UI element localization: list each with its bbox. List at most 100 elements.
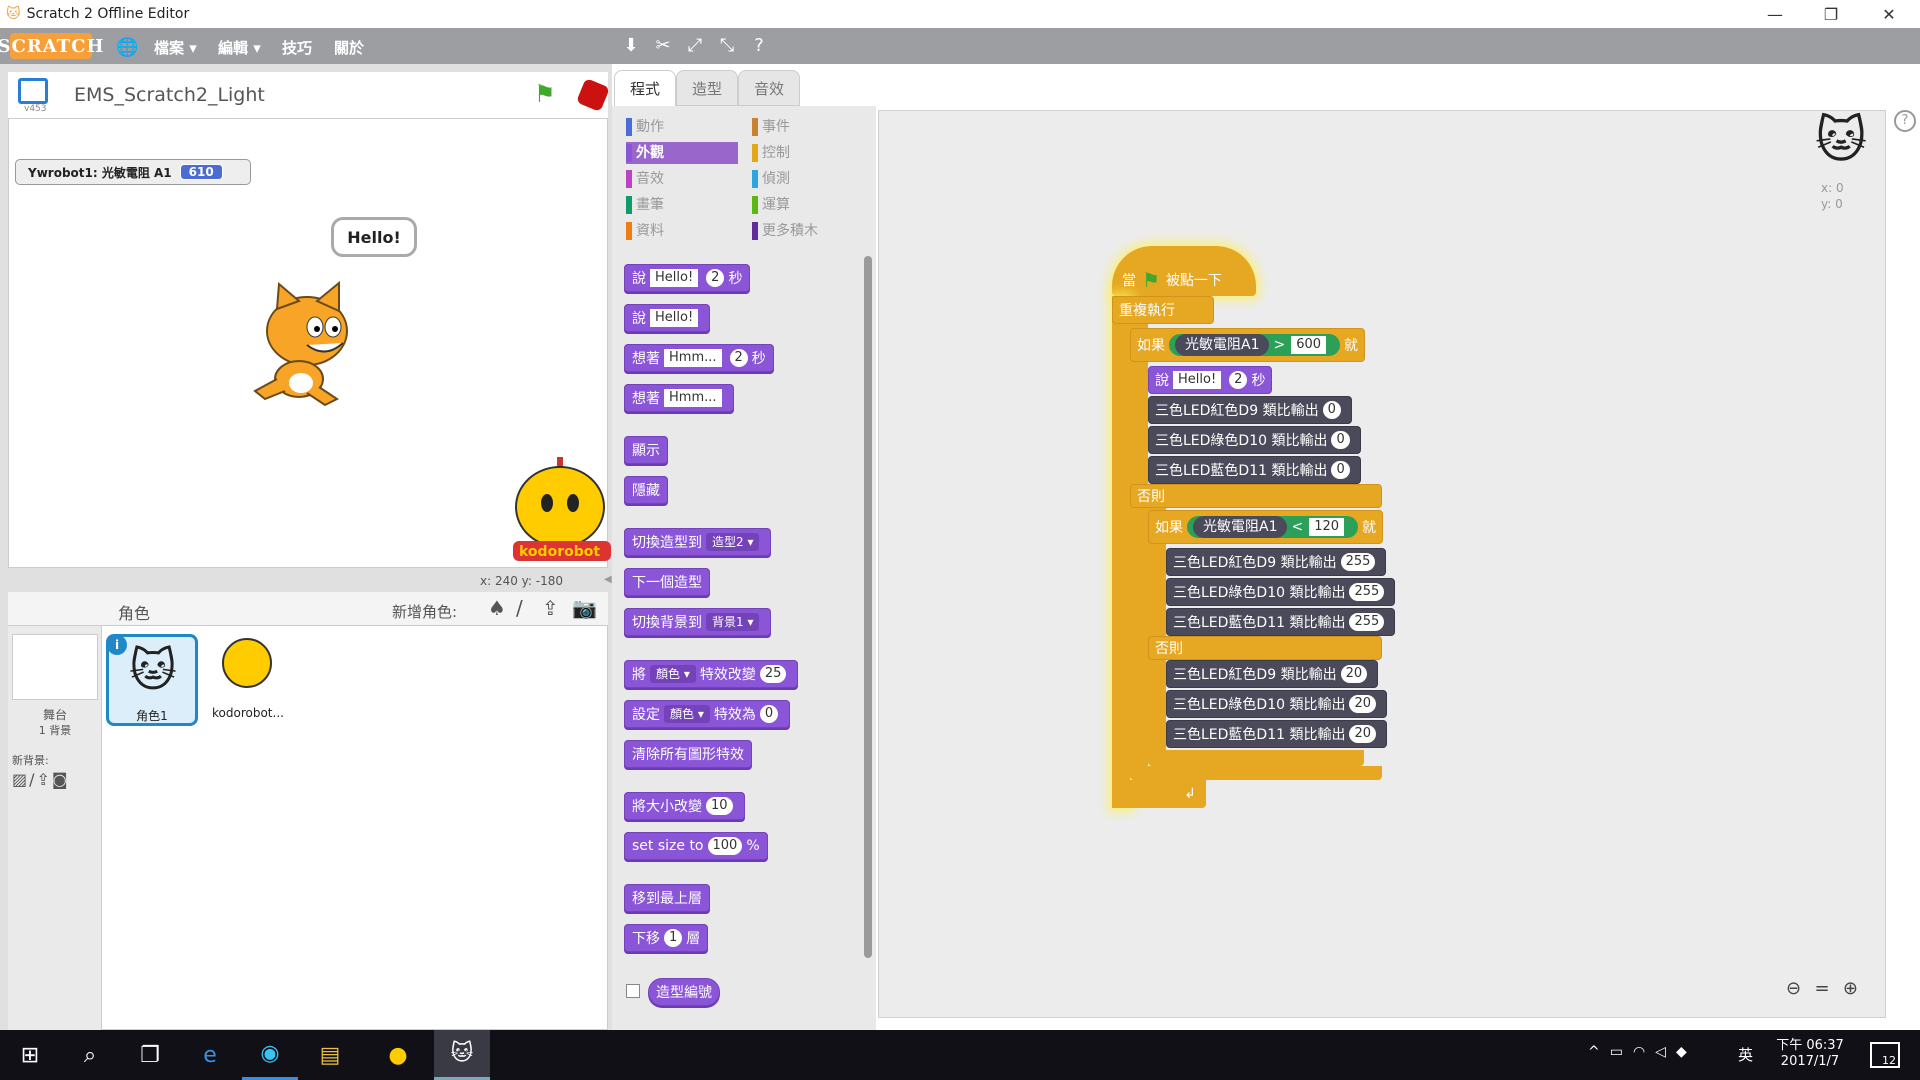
zoom-reset-icon[interactable]: = — [1814, 978, 1829, 1002]
block-change-effect[interactable]: 將顏色 ▾ 特效改變 25 — [624, 660, 799, 688]
block-switch-backdrop[interactable]: 切換背景到 背景1 ▾ — [624, 608, 772, 636]
info-icon[interactable]: i — [107, 635, 127, 655]
led-red-block[interactable]: 三色LED紅色D9 類比輸出 0 — [1148, 396, 1352, 424]
variable-monitor[interactable]: Ywrobot1: 光敏電阻 A1 610 — [15, 159, 251, 185]
palette-scrollbar[interactable] — [864, 256, 872, 958]
block-next-costume[interactable]: 下一個造型 — [624, 568, 710, 596]
block-set-effect[interactable]: 設定 顏色 ▾ 特效為 0 — [624, 700, 791, 728]
close-button[interactable]: ✕ — [1866, 0, 1912, 28]
led-green-block[interactable]: 三色LED綠色D10 類比輸出 255 — [1166, 578, 1396, 606]
block-say[interactable]: 說 Hello! — [624, 304, 711, 332]
block-think[interactable]: 想著 Hmm... — [624, 384, 734, 412]
led-green-block[interactable]: 三色LED綠色D10 類比輸出 0 — [1148, 426, 1361, 454]
stage-thumbnail[interactable] — [12, 634, 98, 700]
upload-icon[interactable]: ⇪ — [542, 596, 559, 620]
category-sound[interactable]: 音效 — [626, 168, 738, 190]
block-say-for-secs[interactable]: 說 Hello! 2 秒 — [624, 264, 751, 292]
menu-about[interactable]: 關於 — [334, 37, 364, 58]
category-motion[interactable]: 動作 — [626, 116, 738, 138]
sensor-reporter[interactable]: 光敏電阻A1 — [1193, 516, 1288, 538]
ime-indicator[interactable]: 英 — [1738, 1044, 1753, 1065]
green-flag-icon[interactable]: ⚑ — [534, 80, 556, 108]
category-sensing[interactable]: 偵測 — [752, 168, 864, 190]
app-icon[interactable]: ◉ — [242, 1030, 298, 1080]
less-than-operator[interactable]: 光敏電阻A1 < 120 — [1187, 516, 1359, 538]
category-pen[interactable]: 畫筆 — [626, 194, 738, 216]
grow-icon[interactable]: ⤢ — [684, 35, 706, 57]
block-go-front[interactable]: 移到最上層 — [624, 884, 710, 912]
block-think-for-secs[interactable]: 想著 Hmm... 2 秒 — [624, 344, 774, 372]
category-events[interactable]: 事件 — [752, 116, 864, 138]
sprite-thumb-kodorobot[interactable]: kodorobot... — [202, 634, 294, 726]
say-for-secs-block[interactable]: 說 Hello! 2 秒 — [1148, 366, 1273, 394]
category-control[interactable]: 控制 — [752, 142, 864, 164]
tab-scripts[interactable]: 程式 — [614, 70, 676, 106]
sprite-library-icon[interactable]: ♠ — [488, 596, 506, 620]
sensor-reporter[interactable]: 光敏電阻A1 — [1175, 334, 1270, 356]
block-hide[interactable]: 隱藏 — [624, 476, 668, 504]
block-switch-costume[interactable]: 切換造型到 造型2 ▾ — [624, 528, 772, 556]
forever-block[interactable]: 重複執行 — [1112, 296, 1214, 324]
category-more-blocks[interactable]: 更多積木 — [752, 220, 864, 242]
camera-icon[interactable]: 📷 — [572, 596, 597, 620]
block-costume-number[interactable]: 造型編號 — [648, 978, 720, 1006]
block-clear-effects[interactable]: 清除所有圖形特效 — [624, 740, 752, 768]
backdrop-tools-icons[interactable]: ▨/⇪◙ — [12, 770, 69, 789]
costume-number-checkbox[interactable] — [626, 984, 640, 998]
category-operators[interactable]: 運算 — [752, 194, 864, 216]
zoom-in-icon[interactable]: ⊕ — [1843, 978, 1858, 1002]
system-tray-icons[interactable]: ^▭◠◁◆ — [1588, 1044, 1697, 1060]
zoom-out-icon[interactable]: ⊖ — [1786, 978, 1801, 1002]
search-icon[interactable]: ⌕ — [62, 1030, 118, 1080]
kodorobot-sprite[interactable]: kodorobot — [507, 455, 617, 565]
task-view-icon[interactable]: ❐ — [122, 1030, 178, 1080]
help-icon[interactable]: ? — [1894, 110, 1916, 132]
led-blue-block[interactable]: 三色LED藍色D11 類比輸出 255 — [1166, 608, 1396, 636]
led-green-block[interactable]: 三色LED綠色D10 類比輸出 20 — [1166, 690, 1388, 718]
block-show[interactable]: 顯示 — [624, 436, 668, 464]
clock-time[interactable]: 下午 06:37 — [1770, 1034, 1850, 1053]
led-blue-block[interactable]: 三色LED藍色D11 類比輸出 20 — [1166, 720, 1388, 748]
globe-icon[interactable]: 🌐 — [116, 37, 138, 58]
help-icon[interactable]: ? — [748, 35, 770, 57]
if-block-outer[interactable]: 如果 光敏電阻A1 > 600 就 — [1130, 328, 1366, 362]
block-go-back[interactable]: 下移 1 層 — [624, 924, 709, 952]
shrink-icon[interactable]: ⤡ — [716, 35, 738, 57]
block-change-size[interactable]: 將大小改變 10 — [624, 792, 745, 820]
duplicate-icon[interactable]: ⬇ — [620, 35, 642, 57]
sprite-thumb-cat[interactable]: i 🐱 角色1 — [106, 634, 198, 726]
tab-costumes[interactable]: 造型 — [676, 70, 738, 106]
minimize-button[interactable]: — — [1752, 0, 1798, 28]
maximize-button[interactable]: ❐ — [1808, 0, 1854, 28]
category-data[interactable]: 資料 — [626, 220, 738, 242]
file-explorer-icon[interactable]: ▤ — [302, 1030, 358, 1080]
scratch-logo[interactable]: SCRATCH — [0, 33, 104, 59]
scratch-app-icon[interactable]: 🐱 — [434, 1030, 490, 1080]
edge-icon[interactable]: e — [182, 1030, 238, 1080]
category-looks[interactable]: 外觀 — [626, 142, 738, 164]
kodorobot-app-icon[interactable]: ● — [370, 1030, 426, 1080]
stage[interactable]: Ywrobot1: 光敏電阻 A1 610 Hello! kodorobot — [8, 118, 611, 568]
hat-block[interactable]: 當 ⚑ 被點一下 — [1112, 246, 1256, 296]
start-icon[interactable]: ⊞ — [2, 1030, 58, 1080]
fullscreen-icon[interactable] — [18, 78, 48, 104]
led-red-block[interactable]: 三色LED紅色D9 類比輸出 255 — [1166, 548, 1387, 576]
if-block-inner[interactable]: 如果 光敏電阻A1 < 120 就 — [1148, 510, 1384, 544]
led-red-block[interactable]: 三色LED紅色D9 類比輸出 20 — [1166, 660, 1379, 688]
threshold-input[interactable]: 600 — [1291, 336, 1327, 354]
cat-sprite[interactable] — [247, 279, 377, 409]
tab-sounds[interactable]: 音效 — [738, 70, 800, 106]
notifications-icon[interactable]: 12 — [1870, 1042, 1900, 1068]
stop-icon[interactable] — [576, 78, 610, 112]
cut-icon[interactable]: ✂ — [652, 35, 674, 57]
led-blue-block[interactable]: 三色LED藍色D11 類比輸出 0 — [1148, 456, 1361, 484]
clock-date[interactable]: 2017/1/7 — [1770, 1054, 1850, 1069]
block-set-size[interactable]: set size to 100% — [624, 832, 768, 860]
threshold-input[interactable]: 120 — [1309, 518, 1345, 536]
paint-brush-icon[interactable]: / — [516, 596, 523, 620]
menu-tips[interactable]: 技巧 — [282, 37, 312, 58]
menu-edit[interactable]: 編輯 ▾ — [218, 37, 261, 58]
greater-than-operator[interactable]: 光敏電阻A1 > 600 — [1169, 334, 1341, 356]
menu-file[interactable]: 檔案 ▾ — [154, 37, 197, 58]
project-title[interactable]: EMS_Scratch2_Light — [74, 84, 265, 106]
